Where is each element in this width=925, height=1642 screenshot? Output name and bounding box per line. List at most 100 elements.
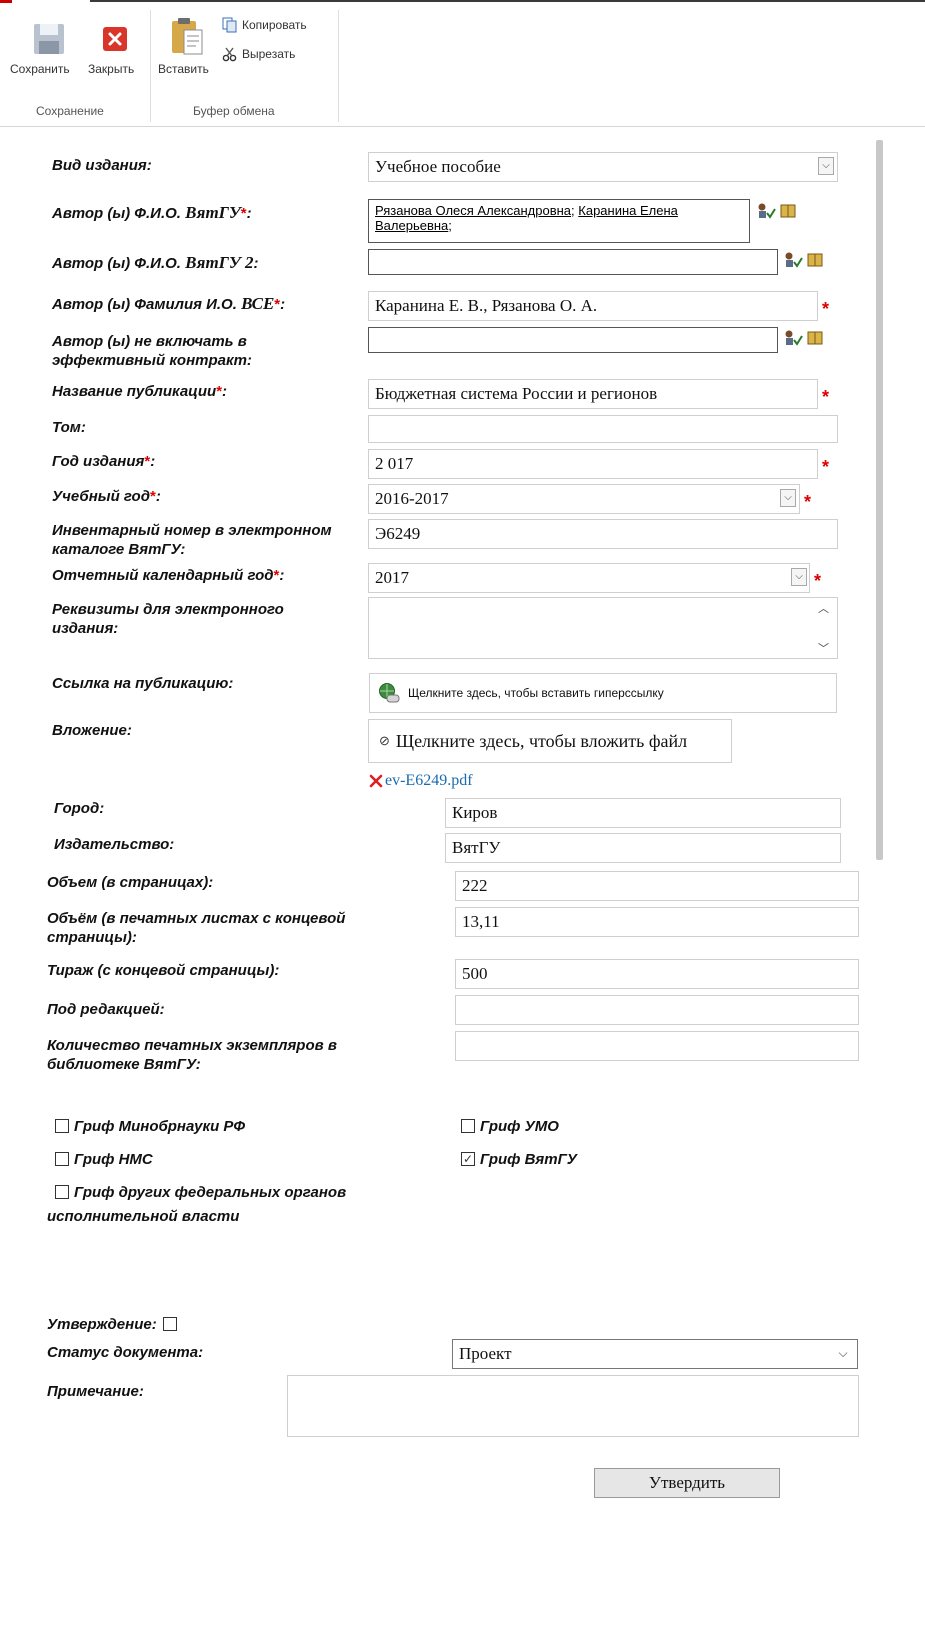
requisites-label: Реквизиты для электронного издания: — [52, 601, 284, 637]
report-year-label: Отчетный календарный год*: — [52, 567, 285, 584]
scissors-icon — [222, 47, 237, 62]
author-all-label: Автор (ы) Фамилия И.О. ВСЕ*: — [52, 294, 286, 313]
checkbox-box[interactable] — [461, 1119, 475, 1133]
city-label: Город: — [54, 800, 105, 817]
chevron-down-icon[interactable]: ⌵ — [791, 568, 807, 586]
author-vyatsu-people-picker[interactable]: Рязанова Олеся Александровна; Каранина Е… — [368, 199, 750, 243]
check-names-icon[interactable] — [784, 329, 830, 347]
ribbon-group-save-label: Сохранение — [36, 104, 104, 118]
cut-button[interactable]: Вырезать — [222, 45, 295, 63]
edition-type-value: Учебное пособие — [375, 157, 501, 176]
year-input[interactable]: 2 017 — [368, 449, 818, 479]
scroll-up-icon[interactable]: ︿ — [818, 600, 829, 616]
editor-input[interactable] — [455, 995, 859, 1025]
approval-checkbox[interactable]: Утверждение: — [47, 1314, 182, 1336]
required-marker: * — [814, 571, 822, 591]
stamp-vyatsu-checkbox[interactable]: ✓ Гриф ВятГУ — [461, 1149, 577, 1171]
author-vyatsu2-input[interactable] — [368, 249, 778, 275]
close-label: Закрыть — [88, 62, 135, 76]
checkbox-box[interactable] — [55, 1185, 69, 1199]
insert-hyperlink-text: Щелкните здесь, чтобы вставить гиперссыл… — [408, 686, 664, 700]
status-select[interactable]: Проект — [452, 1339, 858, 1369]
required-marker: * — [804, 492, 812, 512]
save-button[interactable]: Сохранить — [6, 20, 86, 80]
attach-file-button[interactable]: ⊘ Щелкните здесь, чтобы вложить файл — [368, 719, 732, 763]
copy-label: Копировать — [242, 18, 307, 32]
library-copies-input[interactable] — [455, 1031, 859, 1061]
check-names-icon[interactable] — [784, 251, 830, 269]
ribbon-group-clipboard-label: Буфер обмена — [193, 104, 275, 118]
academic-year-select[interactable]: 2016-2017 — [368, 484, 800, 514]
paste-label: Вставить — [158, 62, 209, 76]
top-border-line — [90, 0, 925, 2]
scroll-down-icon[interactable]: ﹀ — [818, 640, 829, 656]
checkbox-box[interactable] — [162, 1317, 177, 1331]
inventory-input[interactable]: Э6249 — [368, 519, 838, 549]
clipboard-paste-icon — [172, 18, 203, 55]
title-input[interactable]: Бюджетная система России и регионов — [368, 379, 818, 409]
attached-file-link[interactable]: ev-E6249.pdf — [385, 772, 473, 790]
circulation-input[interactable]: 500 — [455, 959, 859, 989]
vertical-scrollbar[interactable] — [876, 140, 883, 860]
stamp-umo-checkbox[interactable]: Гриф УМО — [461, 1116, 559, 1138]
approve-button[interactable]: Утвердить — [594, 1468, 780, 1498]
note-textarea[interactable] — [287, 1375, 859, 1437]
volume-input[interactable] — [368, 415, 838, 443]
volume-label: Том: — [52, 419, 86, 436]
insert-hyperlink-button[interactable]: Щелкните здесь, чтобы вставить гиперссыл… — [369, 673, 837, 713]
edition-type-label: Вид издания: — [52, 157, 152, 174]
save-label: Сохранить — [10, 62, 70, 76]
cut-label: Вырезать — [242, 47, 296, 61]
checkmark-icon[interactable]: ✓ — [461, 1152, 475, 1166]
attachment-label: Вложение: — [52, 722, 132, 739]
report-year-select[interactable]: 2017 — [368, 563, 810, 593]
circulation-label: Тираж (с концевой страницы): — [47, 962, 280, 979]
stamp-minobr-checkbox[interactable]: Гриф Минобрнауки РФ — [55, 1116, 245, 1138]
check-names-icon[interactable] — [757, 202, 803, 220]
editor-label: Под редакцией: — [47, 1001, 165, 1018]
chevron-down-icon[interactable]: ⌵ — [780, 489, 796, 507]
checkbox-box[interactable] — [55, 1119, 69, 1133]
note-label: Примечание: — [47, 1383, 144, 1400]
required-marker: * — [822, 387, 830, 407]
group-separator — [150, 10, 151, 122]
library-copies-label: Количество печатных экземпляров в библиот… — [47, 1037, 337, 1073]
close-button[interactable]: Закрыть — [86, 20, 146, 80]
group-separator — [338, 10, 339, 122]
author-excluded-input[interactable] — [368, 327, 778, 353]
stamp-federal-checkbox[interactable]: Гриф других федеральных органов — [55, 1182, 346, 1204]
edition-type-select[interactable]: Учебное пособие — [368, 152, 838, 182]
author-vyatsu2-label: Автор (ы) Ф.И.О. ВятГУ 2: — [52, 253, 259, 272]
paste-button[interactable]: Вставить — [156, 14, 218, 80]
publisher-input[interactable]: ВятГУ — [445, 833, 841, 863]
copy-icon — [222, 17, 237, 33]
stamp-federal-label-line2: исполнительной власти — [47, 1208, 240, 1225]
year-label: Год издания*: — [52, 453, 156, 470]
hyperlink-globe-icon — [379, 683, 400, 703]
checkbox-box[interactable] — [55, 1152, 69, 1166]
ribbon-toolbar: Сохранить Закрыть Вставить Копировать Вы… — [0, 0, 925, 127]
author-name-link[interactable]: Рязанова Олеся Александровна — [375, 203, 571, 218]
publisher-label: Издательство: — [54, 836, 175, 853]
copy-button[interactable]: Копировать — [222, 16, 307, 34]
link-label: Ссылка на публикацию: — [52, 675, 234, 692]
author-excluded-label: Автор (ы) не включать в эффективный контр… — [52, 333, 252, 369]
floppy-disk-icon — [34, 24, 64, 54]
required-marker: * — [822, 457, 830, 477]
required-marker: * — [822, 299, 830, 319]
author-all-input[interactable]: Каранина Е. В., Рязанова О. А. — [368, 291, 818, 321]
author-vyatsu-label: Автор (ы) Ф.И.О. ВятГУ*: — [52, 203, 252, 222]
chevron-down-icon[interactable]: ⌵ — [835, 1345, 851, 1363]
sheets-label: Объём (в печатных листах с концевой стран… — [47, 910, 346, 946]
sheets-input[interactable]: 13,11 — [455, 907, 859, 937]
pages-label: Объем (в страницах): — [47, 874, 214, 891]
city-input[interactable]: Киров — [445, 798, 841, 828]
chevron-down-icon[interactable]: ⌵ — [818, 157, 834, 175]
pages-input[interactable]: 222 — [455, 871, 859, 901]
delete-attachment-icon[interactable] — [369, 774, 383, 788]
requisites-textarea[interactable] — [368, 597, 838, 659]
title-label: Название публикации*: — [52, 383, 228, 400]
paperclip-icon: ⊘ — [379, 733, 390, 748]
stamp-nms-checkbox[interactable]: Гриф НМС — [55, 1149, 153, 1171]
status-label: Статус документа: — [47, 1344, 204, 1361]
